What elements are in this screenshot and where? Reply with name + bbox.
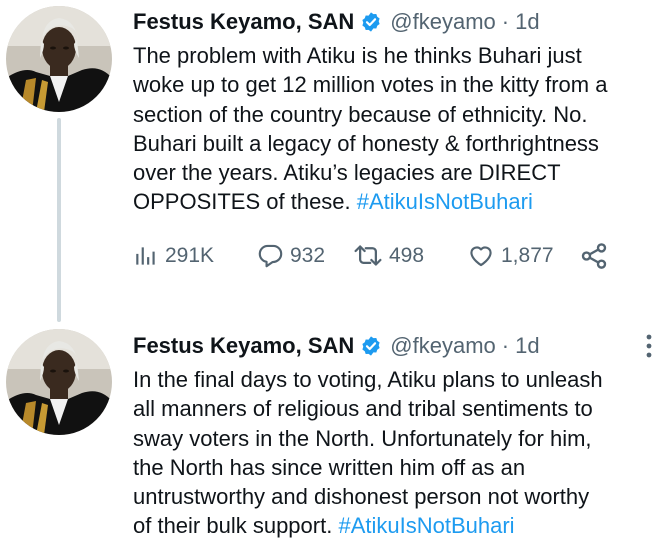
separator-dot: · <box>501 9 510 34</box>
retweet-count: 498 <box>389 243 425 267</box>
hashtag-link[interactable]: #AtikuIsNotBuhari <box>338 513 514 538</box>
tweet-text-line: The problem with Atiku is he thinks Buha… <box>133 43 582 68</box>
tweet-text-line: Buhari built a legacy of honesty & forth… <box>133 130 599 156</box>
tweet-content: Festus Keyamo, SAN @fkeyamo · 1d In the … <box>133 328 657 541</box>
tweet-text-line: In the final days to voting, Atiku plans… <box>133 367 603 392</box>
display-name[interactable]: Festus Keyamo, SAN <box>133 328 354 364</box>
thread-connector <box>57 118 61 322</box>
share-button[interactable] <box>579 241 609 271</box>
handle[interactable]: @fkeyamo <box>390 4 495 40</box>
tweet-text-line: section of the country because of ethnic… <box>133 101 588 127</box>
tweet-actions: 291K 932 498 1,877 <box>133 240 657 272</box>
verified-badge-icon <box>362 336 380 356</box>
share-icon <box>581 242 607 269</box>
separator-dot: · <box>501 333 510 358</box>
tweet-text: In the final days to voting, Atiku plans… <box>133 365 663 541</box>
tweet-text-line: over the years. Atiku’s legacies are DIR… <box>133 160 561 186</box>
tweet-content: Festus Keyamo, SAN @fkeyamo · 1d The pro… <box>133 4 657 272</box>
tweet-header: Festus Keyamo, SAN @fkeyamo · 1d <box>133 328 657 364</box>
tweet-text-line: all manners of religious and tribal sent… <box>133 396 593 422</box>
tweet-text-fragment: of their bulk support. <box>133 513 339 539</box>
tweet-text-line: the North has since written him off as a… <box>133 454 526 480</box>
verified-badge-icon <box>362 12 380 32</box>
like-icon <box>470 246 492 267</box>
views-icon <box>136 247 155 265</box>
handle[interactable]: @fkeyamo <box>390 328 495 364</box>
avatar[interactable] <box>6 329 112 435</box>
retweet-icon <box>354 245 382 266</box>
tweet-text-line: of their bulk support. #AtikuIsNotBuhari <box>133 511 663 540</box>
tweet-text: The problem with Atiku is he thinks Buha… <box>133 41 663 217</box>
tweet-text-line: sway voters in the North. Unfortunately … <box>133 425 592 451</box>
hashtag-link[interactable]: #AtikuIsNotBuhari <box>357 189 533 214</box>
views-count: 291K <box>165 243 215 267</box>
avatar-image <box>6 6 112 112</box>
timestamp[interactable]: 1d <box>515 4 539 40</box>
tweet[interactable]: Festus Keyamo, SAN @fkeyamo · 1d In the … <box>0 322 667 551</box>
reply-count: 932 <box>290 243 326 267</box>
tweet-header: Festus Keyamo, SAN @fkeyamo · 1d <box>133 4 657 40</box>
reply-button[interactable]: 932 <box>257 242 353 269</box>
tweet-text-line: OPPOSITES of these. #AtikuIsNotBuhari <box>133 187 663 216</box>
tweet-text-line: woke up to get 12 million votes in the k… <box>133 72 608 98</box>
reply-icon <box>258 245 283 268</box>
tweet-text-fragment: OPPOSITES of these. <box>133 189 357 215</box>
retweet-button[interactable]: 498 <box>353 242 467 269</box>
avatar[interactable] <box>6 6 112 112</box>
display-name[interactable]: Festus Keyamo, SAN <box>133 4 354 40</box>
avatar-image <box>6 329 112 435</box>
tweet-text-line: untrustworthy and dishonest person not w… <box>133 484 590 510</box>
timestamp[interactable]: 1d <box>515 328 539 364</box>
views-button[interactable]: 291K <box>133 243 257 269</box>
more-options-icon[interactable] <box>645 332 653 360</box>
like-button[interactable]: 1,877 <box>467 242 579 269</box>
like-count: 1,877 <box>501 243 554 267</box>
tweet[interactable]: Festus Keyamo, SAN @fkeyamo · 1d The pro… <box>0 0 667 322</box>
